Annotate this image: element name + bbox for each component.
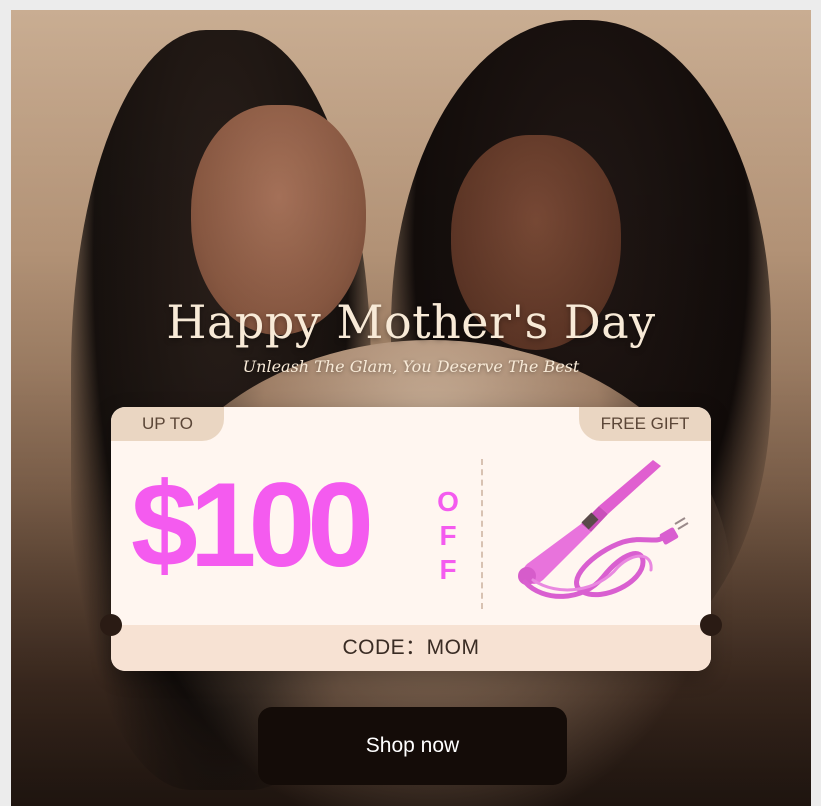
banner-title: Happy Mother's Day — [166, 295, 656, 349]
promo-banner: Happy Mother's Day Unleash The Glam, You… — [11, 10, 811, 806]
curling-iron-icon — [518, 460, 689, 599]
coupon-notch-right — [700, 614, 722, 636]
up-to-tag: UP TO — [111, 407, 224, 441]
shop-now-button[interactable]: Shop now — [258, 707, 567, 785]
banner-subtitle: Unleash The Glam, You Deserve The Best — [242, 357, 580, 376]
promo-code[interactable]: CODE：MOM — [111, 625, 711, 671]
off-label: O F F — [433, 485, 463, 587]
free-gift-tag: FREE GIFT — [579, 407, 711, 441]
off-letter: F — [439, 520, 457, 551]
coupon-divider — [481, 459, 483, 609]
off-letter: O — [437, 486, 459, 517]
discount-amount: $100 — [131, 458, 374, 592]
coupon-notch-left — [100, 614, 122, 636]
off-letter: F — [439, 554, 457, 585]
coupon-card: UP TO FREE GIFT $100 O F F CODE：MOM — [111, 407, 711, 671]
